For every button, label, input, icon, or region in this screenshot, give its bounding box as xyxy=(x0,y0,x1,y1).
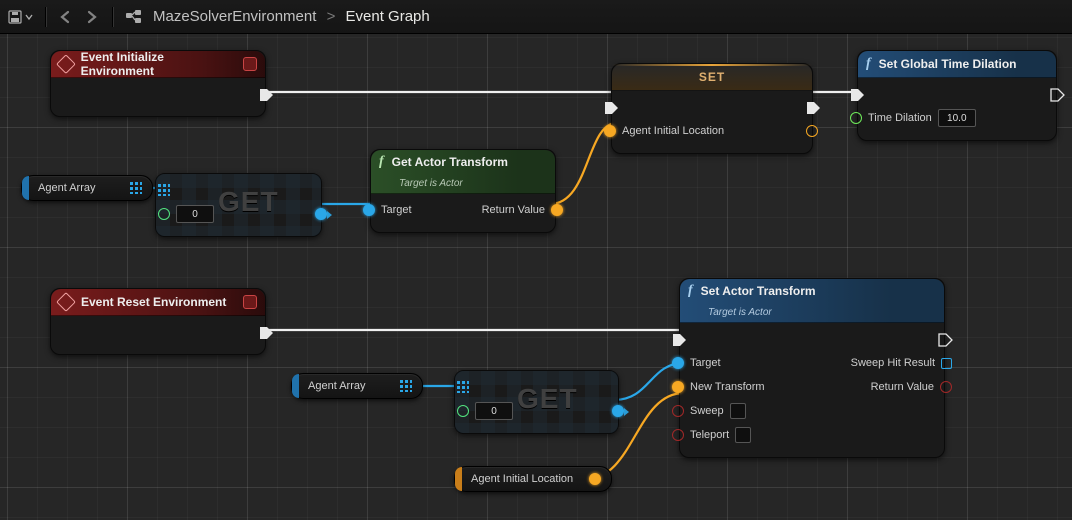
custom-event-marker xyxy=(243,295,257,309)
save-dropdown-button[interactable] xyxy=(8,10,33,24)
sweep-pin[interactable] xyxy=(672,405,684,417)
node-set-agent-initial-location[interactable]: SET Agent Initial Location xyxy=(611,63,813,154)
value-out-pin[interactable] xyxy=(806,125,818,137)
array-out-pin[interactable] xyxy=(400,380,412,392)
array-in-pin[interactable] xyxy=(158,184,170,196)
toolbar-separator xyxy=(45,7,46,27)
chevron-down-icon xyxy=(25,13,33,21)
node-event-reset-environment[interactable]: Event Reset Environment xyxy=(50,288,266,355)
node-subtitle: Target is Actor xyxy=(399,178,463,189)
function-icon: f xyxy=(688,283,693,299)
pin-label: Time Dilation xyxy=(868,112,932,124)
node-array-get-1[interactable]: GET 0 xyxy=(155,173,322,237)
array-out-pin[interactable] xyxy=(130,182,142,194)
exec-out-pin[interactable] xyxy=(1050,88,1062,100)
node-header[interactable]: Event Reset Environment xyxy=(51,289,265,316)
node-get-actor-transform[interactable]: f Get Actor Transform Target is Actor Ta… xyxy=(370,149,556,233)
target-pin[interactable] xyxy=(363,204,375,216)
pin-label: Target xyxy=(690,357,721,369)
forward-arrow-icon xyxy=(84,10,100,24)
array-in-pin[interactable] xyxy=(457,381,469,393)
new-transform-pin[interactable] xyxy=(672,381,684,393)
time-dilation-value[interactable]: 10.0 xyxy=(938,109,976,127)
pin-label: Agent Initial Location xyxy=(622,125,724,137)
index-pin[interactable] xyxy=(158,208,170,220)
teleport-checkbox[interactable] xyxy=(735,427,751,443)
exec-in-pin[interactable] xyxy=(604,101,616,113)
pin-label: New Transform xyxy=(690,381,765,393)
function-icon: f xyxy=(866,56,871,72)
breadcrumb-separator: > xyxy=(327,8,336,25)
node-title: Get Actor Transform xyxy=(392,155,508,169)
node-array-get-2[interactable]: GET 0 xyxy=(454,370,619,434)
node-title: Set Actor Transform xyxy=(701,284,816,298)
element-out-pin[interactable] xyxy=(315,208,327,220)
custom-event-marker xyxy=(243,57,257,71)
event-icon xyxy=(56,292,76,312)
toolbar-separator xyxy=(112,7,113,27)
exec-out-pin[interactable] xyxy=(259,88,271,100)
return-value-pin[interactable] xyxy=(551,204,563,216)
exec-out-pin[interactable] xyxy=(259,326,271,338)
pin-label: Return Value xyxy=(482,204,545,216)
node-header[interactable]: f Get Actor Transform Target is Actor xyxy=(371,150,555,194)
return-value-pin[interactable] xyxy=(940,381,952,393)
node-set-actor-transform[interactable]: f Set Actor Transform Target is Actor Ta… xyxy=(679,278,945,458)
nav-back-button[interactable] xyxy=(58,10,74,24)
variable-get-agent-array[interactable]: Agent Array xyxy=(21,175,153,201)
node-title: Event Reset Environment xyxy=(81,295,226,309)
pin-label: Return Value xyxy=(871,381,934,393)
sweep-hit-pin[interactable] xyxy=(941,358,952,369)
pin-label: Teleport xyxy=(690,429,729,441)
breadcrumb-current: Event Graph xyxy=(346,8,430,25)
node-title: Set Global Time Dilation xyxy=(879,57,1017,71)
exec-in-pin[interactable] xyxy=(850,88,862,100)
node-title: Event Initialize Environment xyxy=(81,50,236,78)
breadcrumb: MazeSolverEnvironment > Event Graph xyxy=(153,8,430,25)
breadcrumb-parent[interactable]: MazeSolverEnvironment xyxy=(153,8,316,25)
exec-in-pin[interactable] xyxy=(672,333,684,345)
node-title: SET xyxy=(699,70,725,84)
value-in-pin[interactable] xyxy=(604,125,616,137)
variable-get-agent-initial-location[interactable]: Agent Initial Location xyxy=(454,466,612,492)
variable-label: Agent Array xyxy=(38,182,95,194)
function-icon: f xyxy=(379,154,384,170)
node-header[interactable]: Event Initialize Environment xyxy=(51,51,265,78)
variable-get-agent-array-2[interactable]: Agent Array xyxy=(291,373,423,399)
value-out-pin[interactable] xyxy=(589,473,601,485)
element-out-pin[interactable] xyxy=(612,405,624,417)
toolbar: MazeSolverEnvironment > Event Graph xyxy=(0,0,1072,34)
teleport-pin[interactable] xyxy=(672,429,684,441)
pin-label: Sweep Hit Result xyxy=(851,357,935,369)
nav-forward-button[interactable] xyxy=(84,10,100,24)
variable-label: Agent Initial Location xyxy=(471,473,573,485)
target-pin[interactable] xyxy=(672,357,684,369)
back-arrow-icon xyxy=(58,10,74,24)
node-subtitle: Target is Actor xyxy=(708,307,772,318)
node-event-initialize-environment[interactable]: Event Initialize Environment xyxy=(50,50,266,117)
node-header[interactable]: SET xyxy=(612,64,812,91)
variable-label: Agent Array xyxy=(308,380,365,392)
event-icon xyxy=(56,54,76,74)
exec-out-pin[interactable] xyxy=(806,101,818,113)
exec-out-pin[interactable] xyxy=(938,333,950,345)
node-header[interactable]: f Set Actor Transform Target is Actor xyxy=(680,279,944,323)
pin-label: Sweep xyxy=(690,405,724,417)
index-pin[interactable] xyxy=(457,405,469,417)
node-header[interactable]: f Set Global Time Dilation xyxy=(858,51,1056,78)
sweep-checkbox[interactable] xyxy=(730,403,746,419)
time-dilation-pin[interactable] xyxy=(850,112,862,124)
pin-label: Target xyxy=(381,204,412,216)
index-value[interactable]: 0 xyxy=(475,402,513,420)
node-set-global-time-dilation[interactable]: f Set Global Time Dilation Time Dilation… xyxy=(857,50,1057,141)
blueprint-icon xyxy=(125,9,143,25)
save-icon xyxy=(8,10,22,24)
index-value[interactable]: 0 xyxy=(176,205,214,223)
